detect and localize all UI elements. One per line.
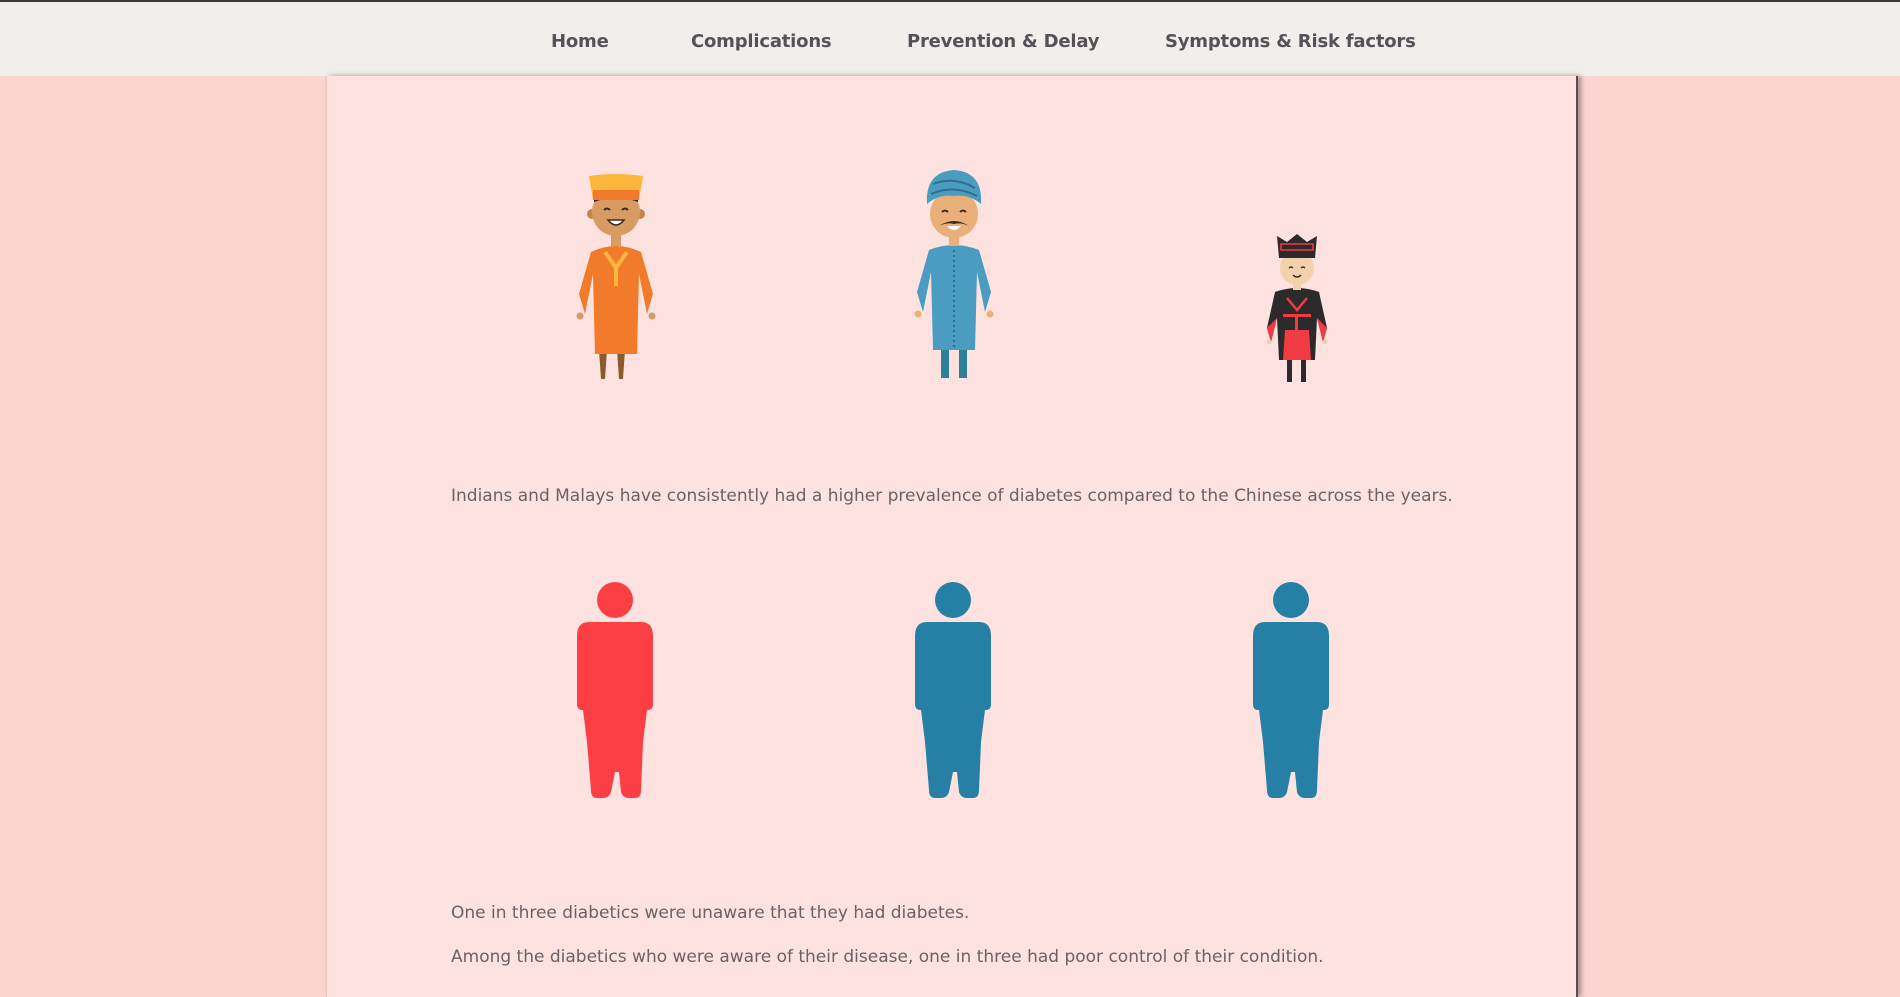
nav-complications-link[interactable]: Complications [691,31,832,52]
person-icon [577,582,653,798]
nav-prevention-delay-link[interactable]: Prevention & Delay [907,31,1099,52]
main-content-panel: Indians and Malays have consistently had… [326,76,1578,997]
poor-control-text: Among the diabetics who were aware of th… [451,947,1324,967]
nav-home-link[interactable]: Home [551,31,609,52]
person-icon [915,582,991,798]
ethnicity-prevalence-text: Indians and Malays have consistently had… [451,486,1453,506]
indian-man-illustration [914,170,994,378]
malay-man-illustration [576,174,656,379]
unaware-diabetics-text: One in three diabetics were unaware that… [451,903,970,923]
top-navigation-bar: Home Complications Prevention & Delay Sy… [0,0,1900,76]
chinese-man-illustration [1266,234,1328,382]
nav-links: Home Complications Prevention & Delay Sy… [0,2,1900,78]
person-icon [1253,582,1329,798]
nav-symptoms-risk-factors-link[interactable]: Symptoms & Risk factors [1165,31,1416,52]
